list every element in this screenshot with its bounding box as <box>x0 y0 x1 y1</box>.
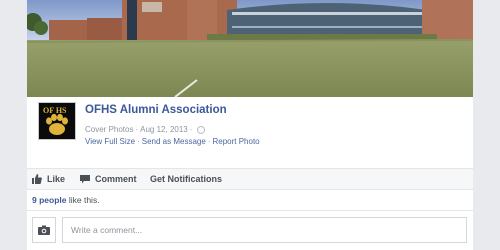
photo-date[interactable]: Aug 12, 2013 <box>140 125 188 134</box>
like-label: Like <box>47 174 66 184</box>
comment-label: Comment <box>95 174 137 184</box>
camera-icon <box>38 225 50 235</box>
send-as-message-link[interactable]: Send as Message <box>142 137 206 146</box>
page-avatar[interactable]: OF HS <box>38 102 76 140</box>
like-icon <box>32 174 42 184</box>
likes-summary: 9 people like this. <box>32 195 100 205</box>
divider <box>27 210 473 211</box>
cover-photo-image <box>27 0 473 97</box>
svg-text:OF HS: OF HS <box>43 106 67 115</box>
globe-icon <box>197 125 206 134</box>
view-full-size-link[interactable]: View Full Size <box>85 137 135 146</box>
action-bar: Like Comment Get Notifications <box>27 168 473 190</box>
likes-suffix: like this. <box>66 195 100 205</box>
cover-photo[interactable] <box>27 0 473 97</box>
like-button[interactable]: Like <box>32 174 65 184</box>
page-name-link[interactable]: OFHS Alumni Association <box>85 104 227 116</box>
comment-icon <box>80 175 90 184</box>
photo-actions: View Full Size · Send as Message · Report Ph… <box>85 137 260 146</box>
likes-count-link[interactable]: 9 people <box>32 195 66 205</box>
get-notifications-label: Get Notifications <box>150 174 223 184</box>
attach-photo-button[interactable] <box>32 217 56 243</box>
photo-viewer-card: OF HS OFHS Alumni Association Cover Phot… <box>27 0 473 250</box>
get-notifications-button[interactable]: Get Notifications <box>150 174 222 184</box>
report-photo-link[interactable]: Report Photo <box>212 137 259 146</box>
paw-icon: OF HS <box>39 103 75 139</box>
comment-button[interactable]: Comment <box>80 174 137 184</box>
photo-meta: Cover Photos · Aug 12, 2013 · <box>85 125 206 134</box>
comment-input[interactable] <box>62 217 467 243</box>
album-link[interactable]: Cover Photos <box>85 125 133 134</box>
